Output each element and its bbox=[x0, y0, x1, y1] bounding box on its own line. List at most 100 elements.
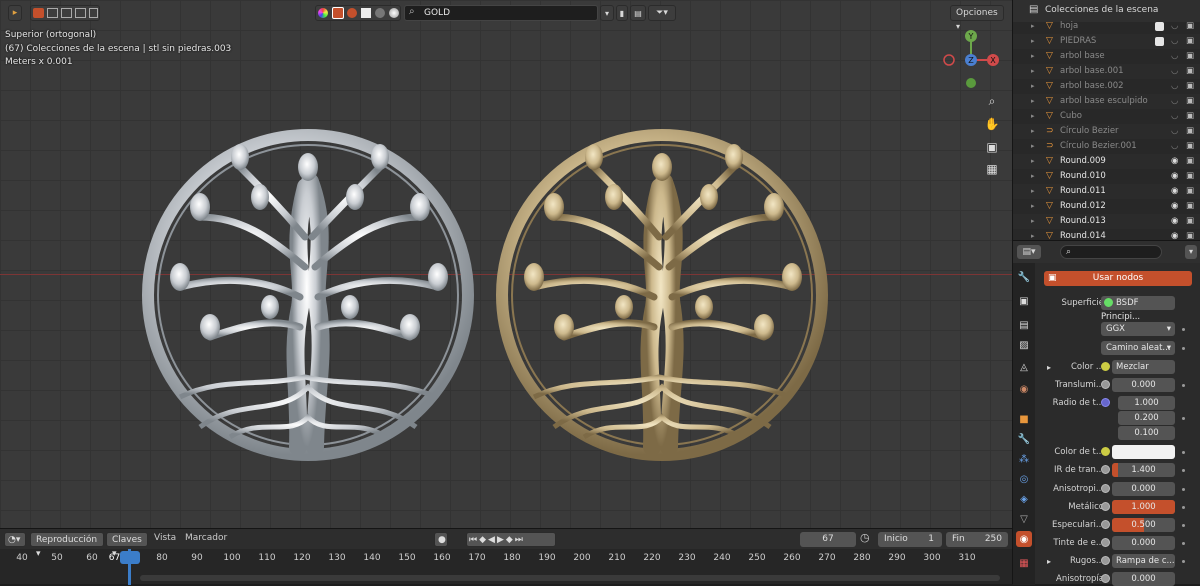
playback-controls[interactable]: ⏮◆◀▶◆⏭ bbox=[466, 532, 556, 547]
keyframe-dot[interactable] bbox=[1182, 347, 1185, 350]
output-icon[interactable]: ▤ bbox=[1016, 317, 1032, 333]
eye-icon[interactable]: ◡ bbox=[1171, 19, 1178, 34]
filter-icon[interactable]: ⏷▾ bbox=[648, 5, 676, 21]
keyframe-dot[interactable] bbox=[1182, 542, 1185, 545]
camera-icon[interactable]: ▣ bbox=[981, 136, 1003, 158]
eye-icon[interactable]: ◡ bbox=[1171, 94, 1178, 109]
camera-icon[interactable]: ▣ bbox=[1186, 154, 1194, 169]
3d-viewport[interactable]: ▸ ⌕ GOLD ▾ ▮ ▤ ⏷▾ Opciones ▾ Superior (o… bbox=[0, 0, 1012, 528]
data-icon[interactable]: ▽ bbox=[1016, 511, 1032, 527]
expand-arrow-icon[interactable]: ▸ bbox=[1047, 557, 1051, 566]
start-frame-field[interactable]: Inicio 1 bbox=[878, 532, 942, 547]
gold-tree-pendant[interactable] bbox=[494, 127, 830, 463]
modifier-icon[interactable]: 🔧 bbox=[1016, 431, 1032, 447]
select-extend-icon[interactable] bbox=[47, 8, 58, 18]
camera-icon[interactable]: ▣ bbox=[1186, 49, 1194, 64]
radius-y-field[interactable]: 0.200 bbox=[1118, 411, 1175, 425]
play-reverse-icon[interactable]: ◀ bbox=[488, 535, 497, 545]
hand-pan-icon[interactable]: ✋ bbox=[981, 113, 1003, 135]
expand-arrow-icon[interactable]: ▸ bbox=[1031, 34, 1035, 49]
keyframe-dot[interactable] bbox=[1182, 417, 1185, 420]
eye-icon[interactable]: ◡ bbox=[1171, 49, 1178, 64]
outliner-row[interactable]: ▸ ▽ arbol base ◡ ▣ bbox=[1013, 49, 1200, 64]
outliner-row[interactable]: ▸ ▽ Round.009 ◉ ▣ bbox=[1013, 154, 1200, 169]
solid-icon[interactable] bbox=[375, 8, 385, 18]
keyframe-dot[interactable] bbox=[1182, 451, 1185, 454]
current-frame-field[interactable]: 67 bbox=[800, 532, 856, 547]
sphere-icon[interactable] bbox=[347, 8, 357, 18]
outliner-row[interactable]: ▸ ▽ arbol base.001 ◡ ▣ bbox=[1013, 64, 1200, 79]
outliner-row[interactable]: ▸ ▽ hoja ◡ ▣ bbox=[1013, 19, 1200, 34]
world-icon[interactable]: ◉ bbox=[1016, 381, 1032, 397]
radius-x-field[interactable]: 1.000 bbox=[1118, 396, 1175, 410]
next-key-icon[interactable]: ◆ bbox=[506, 535, 515, 545]
keyframe-dot[interactable] bbox=[1182, 488, 1185, 491]
viewport-shading-icon[interactable] bbox=[318, 8, 328, 18]
render-icon[interactable]: ▣ bbox=[1016, 293, 1032, 309]
checkbox-icon[interactable] bbox=[1155, 22, 1164, 31]
expand-arrow-icon[interactable]: ▸ bbox=[1031, 124, 1035, 139]
ior-field[interactable]: 1.400 bbox=[1112, 463, 1175, 477]
camera-icon[interactable]: ▣ bbox=[1186, 124, 1194, 139]
stopwatch-icon[interactable]: ◷ bbox=[860, 531, 870, 544]
record-button[interactable]: ● bbox=[434, 532, 448, 547]
jump-end-icon[interactable]: ⏭ bbox=[515, 535, 525, 545]
physics-icon[interactable]: ◎ bbox=[1016, 471, 1032, 487]
layers-icon[interactable]: ▤ bbox=[630, 5, 646, 21]
rendered-icon[interactable] bbox=[389, 8, 399, 18]
keyframe-dot[interactable] bbox=[1182, 469, 1185, 472]
timeline-editor[interactable]: ◔▾ Reproducción ▾ Claves ▾ Vista Marcado… bbox=[0, 528, 1012, 585]
outliner-row[interactable]: ▸ ▽ arbol base esculpido ◡ ▣ bbox=[1013, 94, 1200, 109]
camera-icon[interactable]: ▣ bbox=[1186, 184, 1194, 199]
camera-icon[interactable]: ▣ bbox=[1186, 169, 1194, 184]
eye-icon[interactable]: ◉ bbox=[1171, 199, 1178, 214]
grid-icon[interactable]: ▦ bbox=[981, 158, 1003, 180]
distribution-dropdown[interactable]: GGX ▾ bbox=[1101, 322, 1175, 336]
eye-icon[interactable]: ◡ bbox=[1171, 139, 1178, 154]
select-invert-icon[interactable] bbox=[75, 8, 86, 18]
outliner[interactable]: ▤ Colecciones de la escena ▸ ▽ hoja ◡ ▣ ▸ ▽ PIE… bbox=[1012, 0, 1200, 241]
keyframe-dot[interactable] bbox=[1182, 384, 1185, 387]
constraints-icon[interactable]: ◈ bbox=[1016, 491, 1032, 507]
color-input-field[interactable]: Mezclar bbox=[1112, 360, 1175, 374]
select-subtract-icon[interactable] bbox=[61, 8, 72, 18]
end-frame-field[interactable]: Fin 250 bbox=[946, 532, 1008, 547]
material-preview-icon[interactable] bbox=[332, 7, 344, 19]
outliner-row[interactable]: ▸ ▽ Cubo ◡ ▣ bbox=[1013, 109, 1200, 124]
checkbox-icon[interactable] bbox=[1155, 37, 1164, 46]
scene-icon[interactable]: ◬ bbox=[1016, 359, 1032, 375]
expand-arrow-icon[interactable]: ▸ bbox=[1031, 184, 1035, 199]
keyframe-dot[interactable] bbox=[1182, 524, 1185, 527]
jump-start-icon[interactable]: ⏮ bbox=[469, 535, 479, 545]
specular-field[interactable]: 0.500 bbox=[1112, 518, 1175, 532]
play-icon[interactable]: ▶ bbox=[497, 535, 506, 545]
view-layer-icon[interactable]: ▨ bbox=[1016, 337, 1032, 353]
view-menu[interactable]: Vista bbox=[154, 533, 176, 543]
options-dropdown[interactable]: Opciones ▾ bbox=[950, 5, 1004, 31]
expand-arrow-icon[interactable]: ▸ bbox=[1031, 214, 1035, 229]
search-clear-button[interactable]: ▾ bbox=[600, 5, 614, 21]
select-new-icon[interactable] bbox=[33, 8, 44, 18]
eye-icon[interactable]: ◡ bbox=[1171, 34, 1178, 49]
expand-arrow-icon[interactable]: ▸ bbox=[1031, 94, 1035, 109]
aniso-field[interactable]: 0.000 bbox=[1112, 482, 1175, 496]
eye-icon[interactable]: ◉ bbox=[1171, 184, 1178, 199]
camera-icon[interactable]: ▣ bbox=[1186, 34, 1194, 49]
keyframe-dot[interactable] bbox=[1182, 328, 1185, 331]
camera-icon[interactable]: ▣ bbox=[1186, 199, 1194, 214]
properties-search[interactable]: ⌕ bbox=[1060, 245, 1162, 259]
marker-menu[interactable]: Marcador bbox=[185, 533, 227, 543]
editor-type-button[interactable]: ◔▾ bbox=[4, 532, 26, 547]
expand-arrow-icon[interactable]: ▸ bbox=[1031, 169, 1035, 184]
camera-icon[interactable]: ▣ bbox=[1186, 64, 1194, 79]
roughness-input-field[interactable]: Rampa de c... bbox=[1112, 554, 1175, 568]
texture-icon[interactable]: ▦ bbox=[1016, 555, 1032, 571]
subsurface-method-dropdown[interactable]: Camino aleat... ▾ bbox=[1101, 341, 1175, 355]
outliner-row[interactable]: ▸ ⊃ Círculo Bezier ◡ ▣ bbox=[1013, 124, 1200, 139]
navigation-gizmo[interactable]: Y X Z bbox=[937, 26, 1007, 90]
tool-icon[interactable]: 🔧 bbox=[1016, 269, 1032, 285]
surface-shader-field[interactable]: BSDF Principi... bbox=[1101, 296, 1175, 322]
expand-arrow-icon[interactable]: ▸ bbox=[1031, 79, 1035, 94]
outliner-row[interactable]: ▸ ▽ arbol base.002 ◡ ▣ bbox=[1013, 79, 1200, 94]
outliner-row[interactable]: ▸ ▽ PIEDRAS ◡ ▣ bbox=[1013, 34, 1200, 49]
